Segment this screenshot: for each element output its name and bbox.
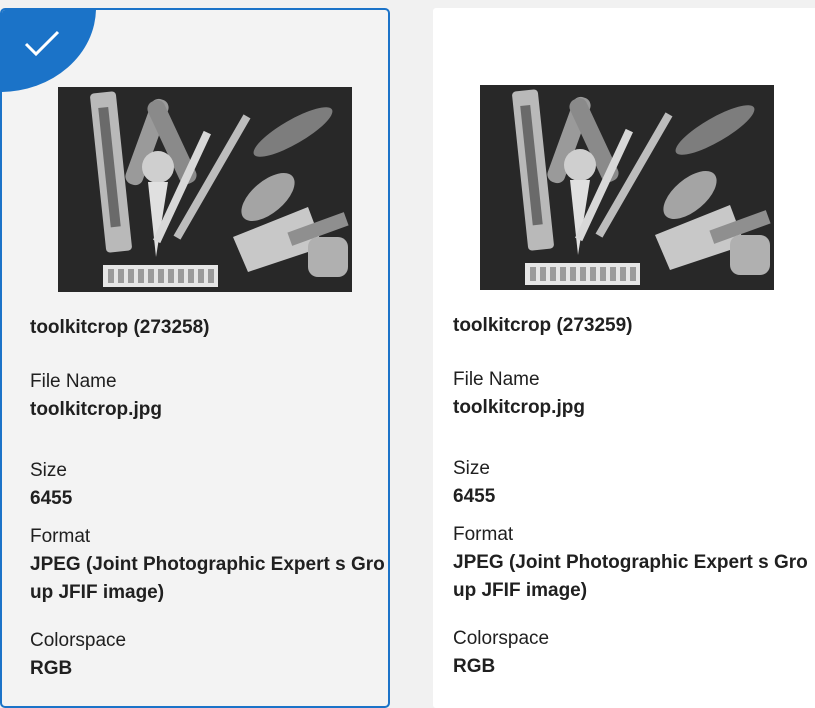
format-field: Format JPEG (Joint Photographic Expert s… [30, 523, 388, 607]
size-value: 6455 [30, 488, 73, 509]
image-thumbnail[interactable] [480, 85, 774, 290]
format-label: Format [30, 526, 91, 547]
card-title: toolkitcrop (273259) [453, 315, 633, 336]
result-card[interactable]: toolkitcrop (273259) File Name toolkitcr… [433, 8, 815, 708]
colorspace-label: Colorspace [30, 630, 127, 651]
file-name-field: File Name toolkitcrop.jpg [30, 368, 388, 424]
selected-badge [2, 10, 96, 92]
colorspace-value: RGB [453, 656, 496, 677]
format-value: JPEG (Joint Photographic Expert s Group … [30, 554, 385, 603]
colorspace-label: Colorspace [453, 628, 550, 649]
image-thumbnail[interactable] [58, 87, 352, 292]
size-field: Size 6455 [453, 455, 813, 511]
result-card-selected[interactable]: toolkitcrop (273258) File Name toolkitcr… [0, 8, 390, 708]
format-value: JPEG (Joint Photographic Expert s Group … [453, 552, 808, 601]
size-label: Size [30, 460, 67, 481]
file-name-label: File Name [453, 369, 540, 390]
size-value: 6455 [453, 486, 496, 507]
size-label: Size [453, 458, 490, 479]
format-field: Format JPEG (Joint Photographic Expert s… [453, 521, 813, 605]
colorspace-field: Colorspace RGB [453, 625, 813, 681]
colorspace-value: RGB [30, 658, 73, 679]
format-label: Format [453, 524, 514, 545]
file-name-label: File Name [30, 371, 117, 392]
size-field: Size 6455 [30, 457, 388, 513]
file-name-value: toolkitcrop.jpg [453, 397, 585, 418]
card-title: toolkitcrop (273258) [30, 317, 210, 338]
colorspace-field: Colorspace RGB [30, 627, 388, 683]
checkmark-icon [24, 30, 60, 57]
file-name-value: toolkitcrop.jpg [30, 399, 162, 420]
file-name-field: File Name toolkitcrop.jpg [453, 366, 813, 422]
